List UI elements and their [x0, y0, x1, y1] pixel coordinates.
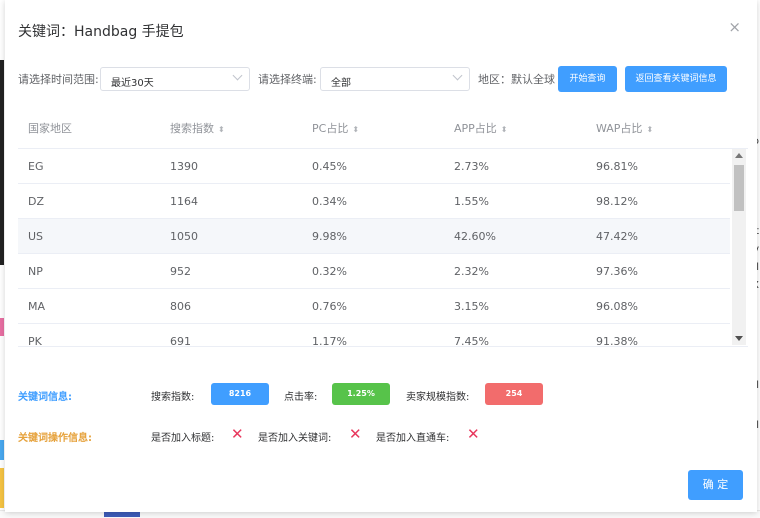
ctr-label: 点击率: — [284, 392, 318, 403]
close-x-icon: ✕ — [467, 425, 480, 443]
table-row[interactable]: NP 952 0.32% 2.32% 97.36% — [18, 254, 730, 289]
search-index-label: 搜索指数: — [151, 392, 195, 403]
cell-search-index: 691 — [170, 335, 191, 345]
table-row[interactable]: DZ 1164 0.34% 1.55% 98.12% — [18, 184, 730, 219]
cell-pc-share: 0.32% — [312, 265, 347, 278]
cell-wap-share: 98.12% — [596, 195, 638, 208]
keyword-info-title: 关键词信息: — [18, 392, 72, 403]
column-header-pc-share[interactable]: PC占比 ⬍ — [312, 120, 359, 136]
cell-app-share: 2.32% — [454, 265, 489, 278]
region-text: 地区：默认全球 — [478, 73, 555, 86]
cell-country: US — [28, 230, 44, 243]
added-to-direct-train-label: 是否加入直通车: — [376, 433, 450, 444]
cell-wap-share: 96.08% — [596, 300, 638, 313]
time-range-label: 请选择时间范围: — [18, 73, 99, 86]
cell-app-share: 42.60% — [454, 230, 496, 243]
added-to-title-label: 是否加入标题: — [151, 433, 215, 444]
cell-country: DZ — [28, 195, 45, 208]
cell-app-share: 3.15% — [454, 300, 489, 313]
added-to-keyword-label: 是否加入关键词: — [258, 433, 332, 444]
scroll-up-arrow-icon[interactable] — [735, 153, 743, 158]
background-page-tab — [104, 512, 140, 517]
terminal-select[interactable]: 全部 — [320, 67, 470, 91]
scrollbar-thumb[interactable] — [734, 165, 744, 211]
table-body[interactable]: EG 1390 0.45% 2.73% 96.81% DZ 1164 0.34%… — [18, 149, 730, 345]
sort-icon[interactable]: ⬍ — [646, 125, 653, 134]
cell-pc-share: 9.98% — [312, 230, 347, 243]
table-row[interactable]: US 1050 9.98% 42.60% 47.42% — [18, 219, 730, 254]
chevron-down-icon — [232, 70, 243, 81]
table-row[interactable]: MA 806 0.76% 3.15% 96.08% — [18, 289, 730, 324]
dialog-title: 关键词：Handbag 手提包 — [18, 24, 184, 40]
cell-app-share: 2.73% — [454, 160, 489, 173]
keyword-info-row: 关键词信息: 搜索指数: 8216 点击率: 1.25% 卖家规模指数: 254 — [18, 383, 748, 407]
confirm-button[interactable]: 确 定 — [688, 470, 743, 500]
start-query-button[interactable]: 开始查询 — [558, 66, 617, 92]
cell-app-share: 1.55% — [454, 195, 489, 208]
scroll-down-arrow-icon[interactable] — [735, 336, 743, 341]
table-row[interactable]: PK 691 1.17% 7.45% 91.38% — [18, 324, 730, 345]
cell-wap-share: 97.36% — [596, 265, 638, 278]
cell-country: MA — [28, 300, 46, 313]
cell-search-index: 806 — [170, 300, 191, 313]
time-range-select[interactable]: 最近30天 — [100, 67, 250, 91]
sort-icon[interactable]: ⬍ — [501, 125, 508, 134]
sort-icon[interactable]: ⬍ — [352, 125, 359, 134]
back-to-keyword-info-button[interactable]: 返回查看关键词信息 — [625, 66, 727, 92]
background-page-fragment — [0, 60, 4, 265]
column-header-wap-share[interactable]: WAP占比 ⬍ — [596, 120, 653, 136]
terminal-value: 全部 — [331, 78, 351, 89]
cell-search-index: 1050 — [170, 230, 198, 243]
cell-wap-share: 47.42% — [596, 230, 638, 243]
cell-wap-share: 96.81% — [596, 160, 638, 173]
cell-pc-share: 1.17% — [312, 335, 347, 345]
background-page-fragment — [0, 440, 4, 460]
background-page-fragment — [0, 318, 4, 336]
background-page-fragment — [0, 468, 4, 508]
keyword-ops-title: 关键词操作信息: — [18, 433, 92, 444]
divider — [18, 346, 748, 347]
seller-scale-badge: 254 — [485, 383, 543, 405]
cell-pc-share: 0.34% — [312, 195, 347, 208]
ctr-badge: 1.25% — [332, 383, 390, 405]
table-scrollbar[interactable] — [732, 149, 746, 345]
close-x-icon: ✕ — [231, 425, 244, 443]
column-header-app-share[interactable]: APP占比 ⬍ — [454, 120, 508, 136]
close-icon[interactable]: × — [728, 18, 741, 36]
cell-pc-share: 0.45% — [312, 160, 347, 173]
cell-country: NP — [28, 265, 43, 278]
sort-icon[interactable]: ⬍ — [218, 125, 225, 134]
cell-country: EG — [28, 160, 44, 173]
table-header: 国家地区 搜索指数 ⬍ PC占比 ⬍ APP占比 ⬍ WAP占比 ⬍ — [18, 108, 748, 149]
cell-country: PK — [28, 335, 42, 345]
column-header-search-index[interactable]: 搜索指数 ⬍ — [170, 120, 225, 136]
cell-pc-share: 0.76% — [312, 300, 347, 313]
cell-app-share: 7.45% — [454, 335, 489, 345]
filter-bar: 请选择时间范围: 最近30天 请选择终端: 全部 地区：默认全球 开始查询 返回… — [18, 66, 748, 92]
terminal-label: 请选择终端: — [258, 73, 317, 86]
search-index-badge: 8216 — [211, 383, 269, 405]
table-row[interactable]: EG 1390 0.45% 2.73% 96.81% — [18, 149, 730, 184]
column-header-country[interactable]: 国家地区 — [28, 120, 72, 136]
close-x-icon: ✕ — [349, 425, 362, 443]
keyword-ops-row: 关键词操作信息: 是否加入标题: ✕ 是否加入关键词: ✕ 是否加入直通车: ✕ — [18, 424, 748, 448]
keyword-detail-dialog: 关键词：Handbag 手提包 × 请选择时间范围: 最近30天 请选择终端: … — [5, 0, 757, 512]
cell-search-index: 1390 — [170, 160, 198, 173]
time-range-value: 最近30天 — [111, 78, 154, 89]
seller-scale-label: 卖家规模指数: — [406, 392, 470, 403]
cell-search-index: 1164 — [170, 195, 198, 208]
cell-wap-share: 91.38% — [596, 335, 638, 345]
cell-search-index: 952 — [170, 265, 191, 278]
chevron-down-icon — [452, 70, 463, 81]
